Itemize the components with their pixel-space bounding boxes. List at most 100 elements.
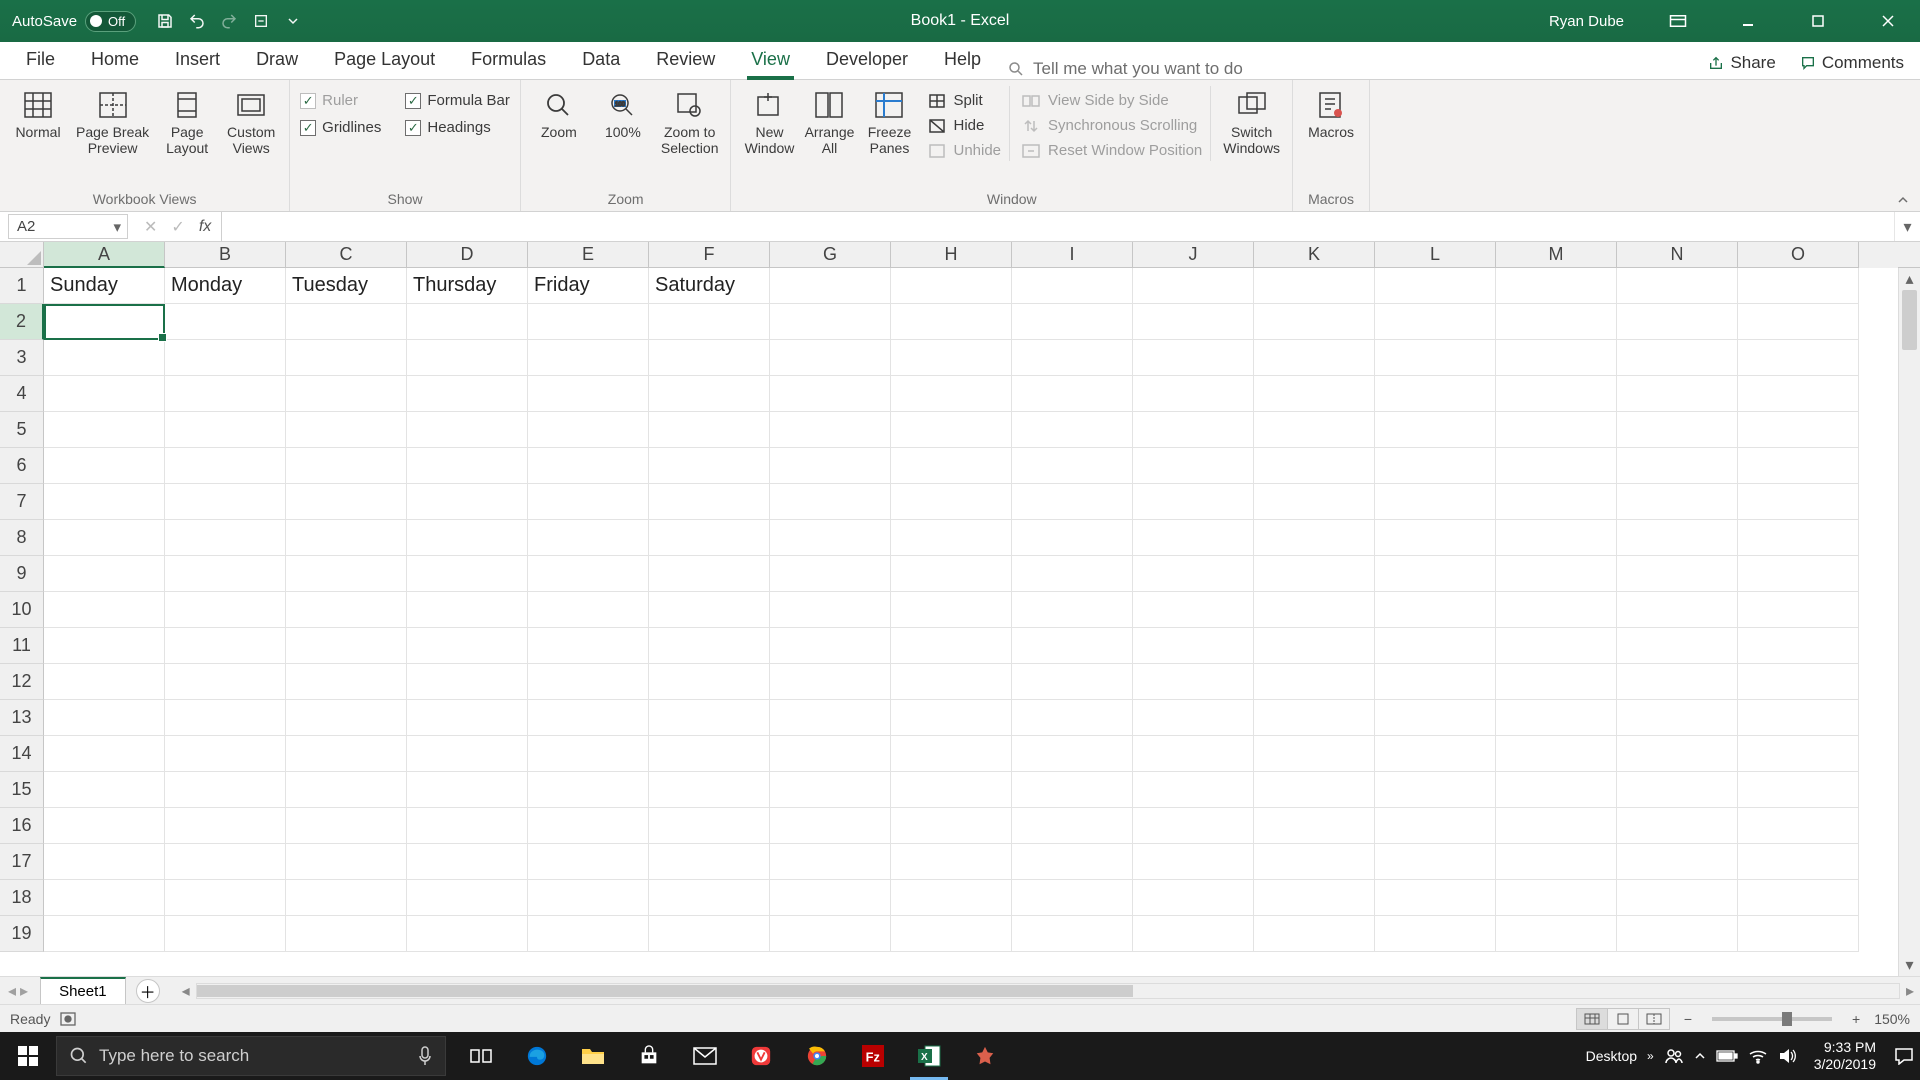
cell[interactable] xyxy=(649,340,770,376)
zoom-100-button[interactable]: 100 100% xyxy=(595,86,651,142)
enter-formula-icon[interactable]: ✓ xyxy=(171,217,184,237)
tray-expand-icon[interactable] xyxy=(1694,1050,1706,1062)
cell[interactable] xyxy=(1254,700,1375,736)
cell[interactable] xyxy=(1496,592,1617,628)
cell[interactable] xyxy=(1496,916,1617,952)
cell[interactable] xyxy=(770,736,891,772)
cell[interactable] xyxy=(1133,520,1254,556)
cell[interactable] xyxy=(1496,880,1617,916)
app-icon[interactable] xyxy=(960,1032,1010,1080)
cell[interactable] xyxy=(44,448,165,484)
cell[interactable] xyxy=(286,592,407,628)
cell[interactable] xyxy=(1738,772,1859,808)
cell[interactable] xyxy=(770,592,891,628)
cell[interactable]: Thursday xyxy=(407,268,528,304)
cell[interactable] xyxy=(1738,484,1859,520)
tab-review[interactable]: Review xyxy=(638,41,733,79)
row-header[interactable]: 10 xyxy=(0,592,44,628)
cell[interactable] xyxy=(770,700,891,736)
cell[interactable] xyxy=(1375,340,1496,376)
cell[interactable] xyxy=(1012,592,1133,628)
cell[interactable] xyxy=(528,412,649,448)
custom-views-button[interactable]: Custom Views xyxy=(223,86,279,158)
cell[interactable] xyxy=(286,484,407,520)
cell[interactable] xyxy=(891,268,1012,304)
formula-bar-checkbox[interactable]: Formula Bar xyxy=(405,92,510,109)
cell[interactable] xyxy=(649,412,770,448)
row-header[interactable]: 2 xyxy=(0,304,44,340)
cell[interactable] xyxy=(165,340,286,376)
cell[interactable] xyxy=(1012,448,1133,484)
cell[interactable] xyxy=(1496,340,1617,376)
cell[interactable] xyxy=(407,556,528,592)
cell[interactable] xyxy=(1012,268,1133,304)
arrange-all-button[interactable]: Arrange All xyxy=(801,86,857,158)
cell[interactable] xyxy=(649,772,770,808)
cell[interactable] xyxy=(1254,268,1375,304)
cell[interactable] xyxy=(1375,808,1496,844)
cell[interactable] xyxy=(1012,376,1133,412)
tab-help[interactable]: Help xyxy=(926,41,999,79)
cell[interactable] xyxy=(1617,448,1738,484)
cell[interactable] xyxy=(1738,628,1859,664)
chrome-icon[interactable] xyxy=(792,1032,842,1080)
cell[interactable] xyxy=(891,340,1012,376)
cell[interactable] xyxy=(44,736,165,772)
cell[interactable] xyxy=(1375,448,1496,484)
cell[interactable] xyxy=(165,772,286,808)
cell[interactable] xyxy=(770,376,891,412)
cell[interactable] xyxy=(1254,556,1375,592)
cell[interactable] xyxy=(1012,340,1133,376)
cell[interactable] xyxy=(407,700,528,736)
cell[interactable] xyxy=(1254,916,1375,952)
tab-file[interactable]: File xyxy=(8,41,73,79)
cell[interactable] xyxy=(1133,736,1254,772)
cell[interactable] xyxy=(528,736,649,772)
cell[interactable] xyxy=(1133,340,1254,376)
redo-icon[interactable] xyxy=(218,10,240,32)
cell[interactable] xyxy=(891,412,1012,448)
normal-view-button[interactable]: Normal xyxy=(10,86,66,142)
scroll-down-icon[interactable]: ▾ xyxy=(1899,954,1920,976)
cell[interactable] xyxy=(44,556,165,592)
cell[interactable] xyxy=(1738,700,1859,736)
zoom-slider-thumb[interactable] xyxy=(1782,1012,1792,1026)
vertical-scrollbar[interactable]: ▴ ▾ xyxy=(1898,268,1920,976)
tab-insert[interactable]: Insert xyxy=(157,41,238,79)
chevron-double-right-icon[interactable]: » xyxy=(1647,1049,1654,1063)
column-header[interactable]: H xyxy=(891,242,1012,268)
cell[interactable] xyxy=(1738,304,1859,340)
scroll-right-icon[interactable]: ▸ xyxy=(1900,981,1920,1001)
row-header[interactable]: 7 xyxy=(0,484,44,520)
cell[interactable] xyxy=(891,736,1012,772)
cell[interactable] xyxy=(407,484,528,520)
cell[interactable] xyxy=(286,376,407,412)
cell[interactable]: Friday xyxy=(528,268,649,304)
system-clock[interactable]: 9:33 PM 3/20/2019 xyxy=(1806,1039,1884,1073)
zoom-button[interactable]: Zoom xyxy=(531,86,587,142)
tab-data[interactable]: Data xyxy=(564,41,638,79)
cell[interactable] xyxy=(286,664,407,700)
cell[interactable] xyxy=(407,772,528,808)
cell[interactable] xyxy=(1738,412,1859,448)
cell[interactable] xyxy=(1133,304,1254,340)
cell[interactable]: Tuesday xyxy=(286,268,407,304)
cell[interactable] xyxy=(1375,664,1496,700)
cell[interactable] xyxy=(1496,520,1617,556)
cell[interactable] xyxy=(1496,556,1617,592)
cell[interactable] xyxy=(1133,412,1254,448)
cell[interactable] xyxy=(1133,880,1254,916)
row-header[interactable]: 14 xyxy=(0,736,44,772)
cell[interactable] xyxy=(407,376,528,412)
cell[interactable] xyxy=(1133,772,1254,808)
cell[interactable] xyxy=(1012,700,1133,736)
cell[interactable] xyxy=(891,808,1012,844)
cell[interactable] xyxy=(1254,484,1375,520)
cell[interactable] xyxy=(1617,556,1738,592)
signed-in-user[interactable]: Ryan Dube xyxy=(1549,13,1632,30)
page-layout-button[interactable]: Page Layout xyxy=(159,86,215,158)
macro-record-icon[interactable] xyxy=(60,1012,76,1026)
cell[interactable] xyxy=(1617,520,1738,556)
cell[interactable] xyxy=(286,556,407,592)
cell[interactable] xyxy=(165,592,286,628)
